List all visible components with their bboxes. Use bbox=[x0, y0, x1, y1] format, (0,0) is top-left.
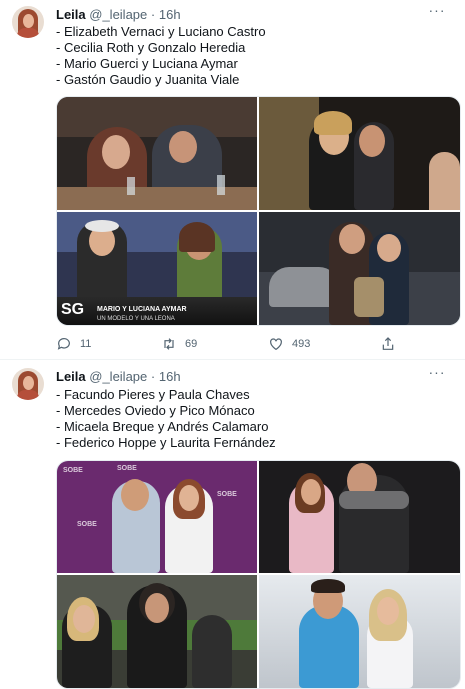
caption-line: UN MODELO Y UNA LEONA bbox=[97, 316, 175, 322]
author-handle[interactable]: @_leilape bbox=[89, 7, 147, 22]
tweet-line: - Cecilia Roth y Gonzalo Heredia bbox=[56, 40, 246, 55]
retweet-count: 69 bbox=[185, 338, 198, 350]
photo-vernaci-castro[interactable] bbox=[57, 97, 257, 210]
photo-gaudio-viale[interactable] bbox=[259, 212, 460, 325]
photo-breque-calamaro[interactable] bbox=[57, 575, 257, 688]
tweet-header: Leila @_leilape · 16h bbox=[56, 369, 181, 384]
more-icon[interactable]: ··· bbox=[427, 365, 447, 382]
timestamp[interactable]: 16h bbox=[159, 7, 181, 22]
reply-button[interactable]: 11 bbox=[56, 334, 91, 354]
tv-caption-banner: SG MARIO Y LUCIANA AYMAR UN MODELO Y UNA… bbox=[57, 297, 257, 325]
avatar[interactable] bbox=[12, 368, 44, 400]
avatar[interactable] bbox=[12, 6, 44, 38]
author-handle[interactable]: @_leilape bbox=[89, 369, 147, 384]
timestamp[interactable]: 16h bbox=[159, 369, 181, 384]
photo-hoppe-fernandez[interactable] bbox=[259, 575, 460, 688]
channel-logo: SG bbox=[61, 301, 85, 318]
share-icon bbox=[382, 337, 394, 350]
media-grid: SG MARIO Y LUCIANA AYMAR UN MODELO Y UNA… bbox=[56, 96, 461, 326]
backdrop-watermark: SOBE bbox=[63, 467, 83, 474]
tweet-line: - Facundo Pieres y Paula Chaves bbox=[56, 387, 250, 402]
like-button[interactable]: 493 bbox=[268, 334, 310, 354]
tweet-text: - Elizabeth Vernaci y Luciano Castro - C… bbox=[56, 24, 451, 88]
tweet-divider bbox=[0, 359, 465, 360]
like-icon bbox=[270, 338, 282, 351]
photo-guerci-aymar[interactable]: SG MARIO Y LUCIANA AYMAR UN MODELO Y UNA… bbox=[57, 212, 257, 325]
retweet-button[interactable]: 69 bbox=[161, 334, 197, 354]
tweet-text: - Facundo Pieres y Paula Chaves - Merced… bbox=[56, 387, 451, 451]
reply-icon bbox=[57, 338, 70, 350]
retweet-icon bbox=[164, 338, 174, 350]
author-name[interactable]: Leila bbox=[56, 369, 86, 384]
tweet-line: - Mario Guerci y Luciana Aymar bbox=[56, 56, 238, 71]
caption-line: MARIO Y LUCIANA AYMAR bbox=[97, 306, 187, 313]
photo-oviedo-monaco[interactable] bbox=[259, 461, 460, 573]
more-icon[interactable]: ··· bbox=[427, 3, 447, 20]
photo-roth-heredia[interactable] bbox=[259, 97, 460, 210]
author-name[interactable]: Leila bbox=[56, 7, 86, 22]
tweet-line: - Federico Hoppe y Laurita Fernández bbox=[56, 435, 276, 450]
tweet-header: Leila @_leilape · 16h bbox=[56, 7, 181, 22]
tweet-line: - Mercedes Oviedo y Pico Mónaco bbox=[56, 403, 255, 418]
media-grid: SOBE SOBE SOBE SOBE bbox=[56, 460, 461, 689]
tweet-line: - Gastón Gaudio y Juanita Viale bbox=[56, 72, 240, 87]
reply-count: 11 bbox=[80, 338, 92, 350]
photo-pieres-chaves[interactable]: SOBE SOBE SOBE SOBE bbox=[57, 461, 257, 573]
share-button[interactable] bbox=[380, 334, 396, 354]
tweet-line: - Micaela Breque y Andrés Calamaro bbox=[56, 419, 269, 434]
tweet-line: - Elizabeth Vernaci y Luciano Castro bbox=[56, 24, 266, 39]
like-count: 493 bbox=[292, 338, 311, 350]
tweet-actions: 11 69 493 bbox=[56, 334, 459, 354]
